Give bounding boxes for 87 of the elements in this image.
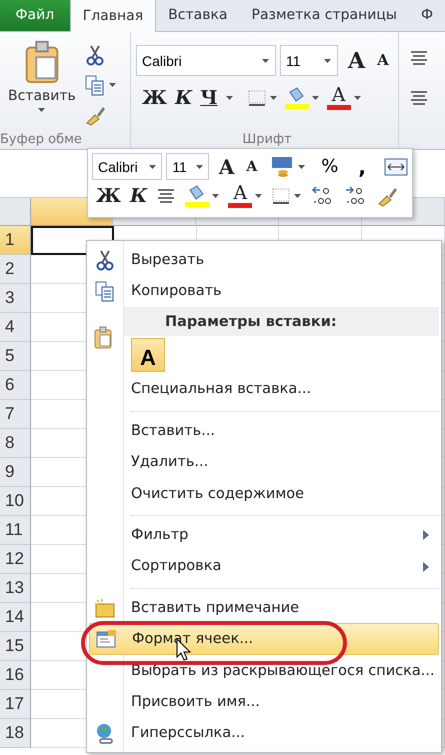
menu-item[interactable]: Удалить...	[89, 446, 439, 478]
row-header[interactable]: 17	[0, 690, 32, 719]
shrink-font-button[interactable]: A	[377, 53, 389, 68]
note-icon	[94, 596, 116, 619]
menu-item[interactable]: Специальная вставка...	[89, 374, 439, 406]
row-header[interactable]: 16	[0, 661, 32, 690]
row-header[interactable]: 9	[0, 458, 32, 487]
paste-label[interactable]: Вставить	[8, 88, 76, 104]
row-header[interactable]: 13	[0, 574, 32, 603]
menu-item[interactable]: Присвоить имя...	[89, 686, 439, 718]
comma-button[interactable]: ,	[358, 156, 366, 176]
scissors-icon[interactable]	[84, 44, 106, 66]
menu-section-header: Параметры вставки:	[123, 306, 439, 336]
menu-item[interactable]: Гиперссылка...	[89, 718, 439, 750]
grow-font-button[interactable]: A	[218, 156, 234, 176]
menu-item[interactable]: Выбрать из раскрывающегося списка...	[89, 654, 439, 686]
paste-caret-icon[interactable]	[38, 108, 46, 112]
file-tab[interactable]: Файл	[0, 0, 70, 31]
ribbon-tab[interactable]: Главная	[70, 0, 156, 32]
bold-button[interactable]: Ж	[96, 186, 121, 206]
menu-item[interactable]: Вставить...	[89, 415, 439, 446]
align-top-icon[interactable]	[409, 50, 429, 66]
caret-icon[interactable]	[270, 96, 277, 100]
row-header[interactable]: 1	[0, 226, 32, 255]
font-color-button[interactable]: A	[228, 184, 252, 208]
menu-item[interactable]: Сортировка	[89, 550, 439, 582]
group-label: Буфер обме	[0, 132, 83, 147]
ribbon-tab[interactable]: Разметка страницы	[240, 0, 409, 31]
row-header[interactable]: 10	[0, 487, 32, 516]
row-header[interactable]: 4	[0, 313, 32, 342]
row-header[interactable]: 15	[0, 632, 32, 661]
row-header[interactable]: 11	[0, 516, 32, 545]
copy-icon	[94, 280, 116, 302]
underline-button[interactable]: Ч	[200, 88, 218, 108]
menu-item[interactable]: Формат ячеек...	[89, 623, 439, 655]
clipboard-icon	[92, 325, 114, 349]
caret-icon[interactable]	[324, 58, 331, 62]
caret-icon[interactable]	[354, 96, 361, 100]
menu-item[interactable]: Вставить примечание	[89, 592, 439, 624]
menu-item[interactable]: Очистить содержимое	[89, 478, 439, 510]
menu-item[interactable]: Фильтр	[89, 519, 439, 551]
brush-icon[interactable]	[376, 185, 398, 207]
font-size-field[interactable]: 11	[280, 45, 338, 76]
row-header[interactable]: 18	[0, 719, 32, 748]
caret-icon[interactable]	[312, 96, 319, 100]
row-header[interactable]: 12	[0, 545, 32, 574]
menu-item[interactable]: Копировать	[89, 275, 439, 307]
borders-icon[interactable]	[271, 187, 292, 205]
fill-color-icon[interactable]	[185, 184, 210, 208]
row-header[interactable]: 8	[0, 429, 32, 458]
paste-option-button[interactable]: A	[131, 338, 165, 372]
font-size-field[interactable]: 11	[166, 153, 209, 180]
scissors-icon	[94, 248, 116, 271]
caret-icon[interactable]	[196, 164, 203, 168]
selected-cell[interactable]	[31, 226, 114, 255]
brush-icon[interactable]	[84, 104, 106, 126]
row-header[interactable]: 2	[0, 255, 32, 284]
font-color-button[interactable]: A	[326, 86, 351, 110]
form-icon	[95, 628, 117, 650]
italic-button[interactable]: К	[174, 88, 192, 108]
group-label: Шрифт	[241, 132, 293, 147]
font-name-field[interactable]: Calibri	[136, 45, 276, 76]
grow-font-button[interactable]: A	[348, 50, 366, 72]
center-align-icon[interactable]	[156, 188, 176, 204]
caret-icon[interactable]	[262, 58, 269, 62]
merge-icon[interactable]	[384, 158, 408, 176]
caret-icon[interactable]	[298, 164, 306, 168]
align-left-icon[interactable]	[409, 90, 429, 106]
row-header[interactable]: 7	[0, 400, 32, 429]
caret-icon[interactable]	[149, 164, 156, 168]
caret-icon[interactable]	[226, 96, 233, 100]
ribbon-tab[interactable]: Вставка	[156, 0, 240, 31]
row-header[interactable]: 6	[0, 371, 32, 400]
caret-icon[interactable]	[108, 83, 116, 87]
font-name-field[interactable]: Calibri	[92, 153, 162, 180]
percent-button[interactable]: %	[321, 156, 338, 177]
copy-icon[interactable]	[84, 74, 106, 96]
row-header[interactable]: 3	[0, 284, 32, 313]
fill-color-icon[interactable]	[284, 86, 309, 110]
row-header[interactable]: 5	[0, 342, 32, 371]
borders-icon[interactable]	[246, 89, 267, 107]
bold-button[interactable]: Ж	[142, 88, 167, 108]
ribbon-tab[interactable]: Ф	[408, 0, 445, 31]
menu-item[interactable]: Вырезать	[89, 244, 439, 276]
italic-button[interactable]: К	[130, 186, 148, 206]
shrink-font-button[interactable]: A	[246, 160, 258, 174]
row-header[interactable]: 14	[0, 603, 32, 632]
